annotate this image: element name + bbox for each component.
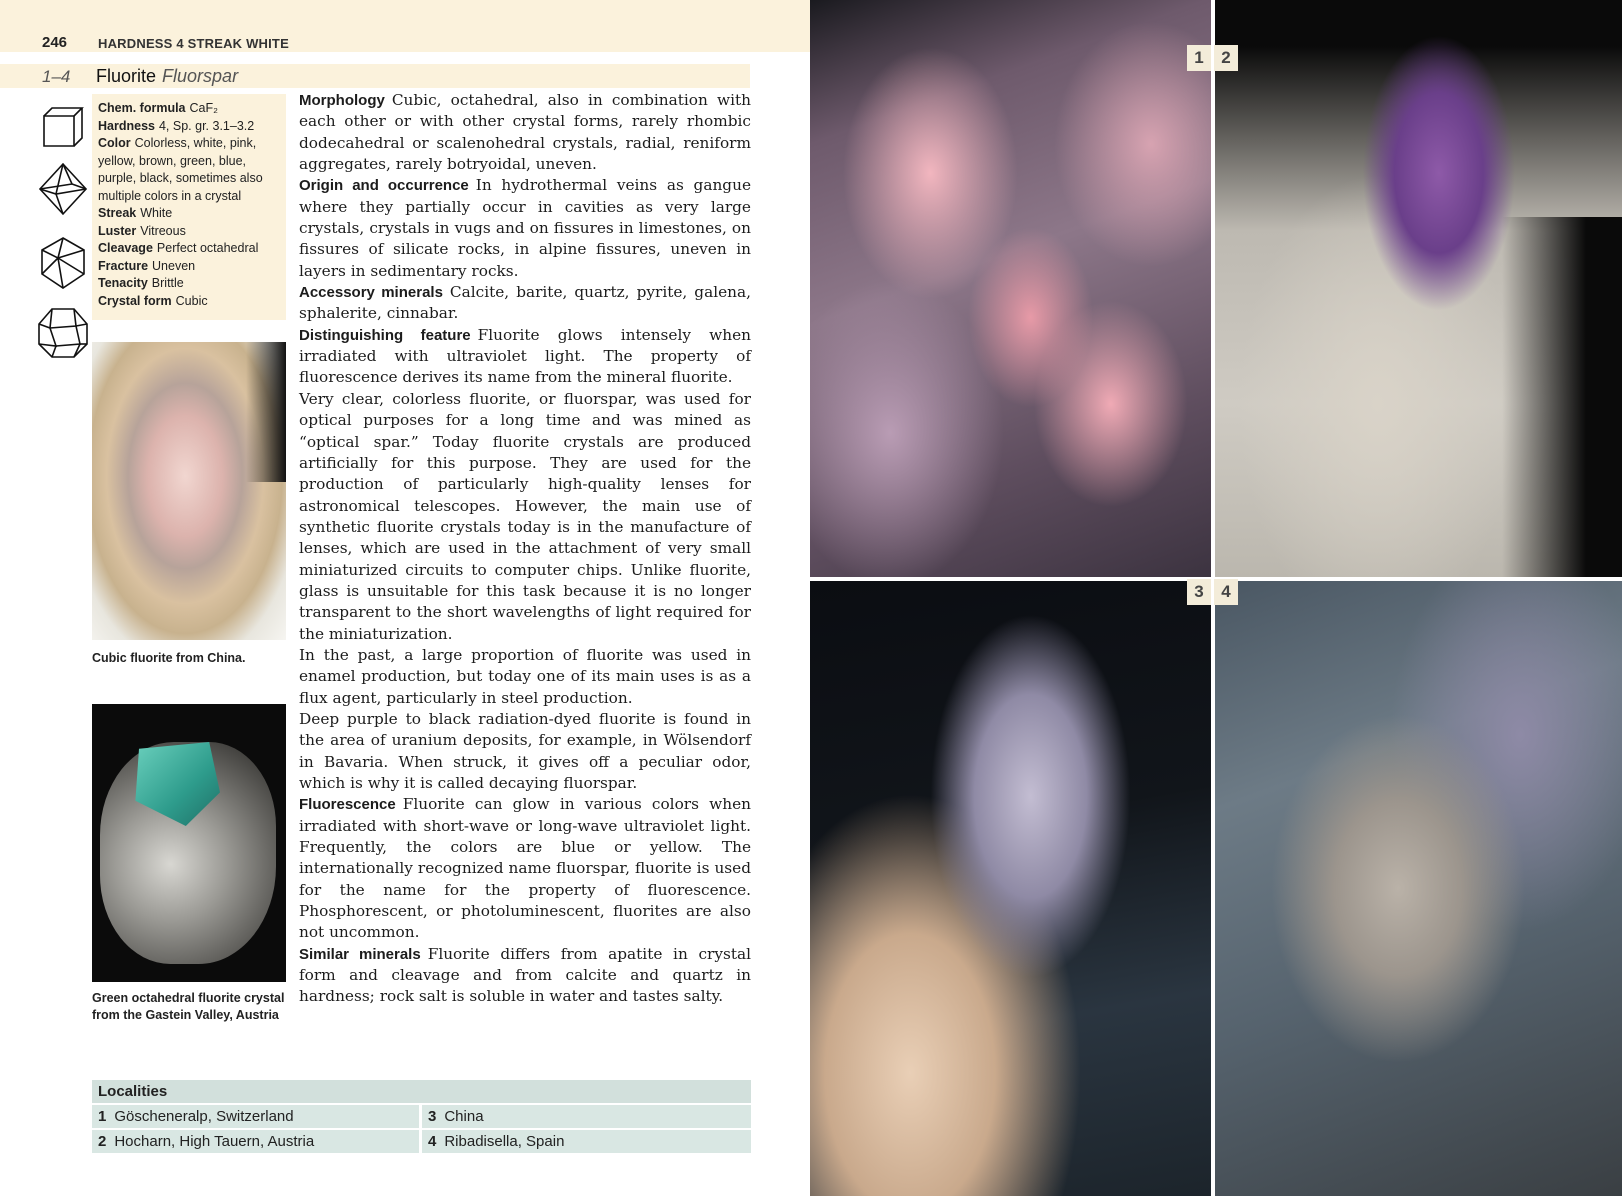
cube-icon — [36, 100, 90, 154]
localities-table: Localities 1 Göscheneralp, Switzerland 3C… — [92, 1080, 751, 1153]
page-number: 246 — [42, 34, 68, 51]
paragraph-similar-minerals: Similar minerals Fluorite differs from ap… — [299, 944, 751, 1006]
fact-hardness: Hardness 4, Sp. gr. 3.1–3.2 — [98, 118, 255, 133]
paragraph-morphology: Morphology Cubic, octahedral, also in com… — [299, 91, 751, 174]
cubo-octahedron-icon — [36, 306, 90, 360]
fact-color: Color Colorless, white, pink, yellow, bro… — [98, 136, 263, 203]
photo2-caption: Green octahedral fluorite crystal from t… — [92, 991, 285, 1022]
running-head: HARDNESS 4 STREAK WHITE — [98, 36, 289, 51]
page-header: 246 HARDNESS 4 STREAK WHITE — [0, 0, 810, 52]
cubic-fluorite-photo — [92, 342, 286, 640]
mineral-facts-box: Chem. formula CaF₂ Hardness 4, Sp. gr. 3.1… — [92, 94, 286, 320]
green-fluorite-photo — [92, 704, 286, 982]
table-row: 1 Göscheneralp, Switzerland 3 China — [92, 1105, 751, 1128]
fact-fracture: Fracture Uneven — [98, 258, 196, 273]
photo-2-purple-fluorite — [1215, 0, 1622, 577]
photo-3-lilac-fluorite — [810, 581, 1211, 1196]
fact-luster: Luster Vitreous — [98, 223, 186, 238]
photo-page: 1 2 3 4 — [810, 0, 1622, 1196]
paragraph-origin: Origin and occurrence In hydrothermal vei… — [299, 176, 751, 280]
photo-tag-3: 3 — [1187, 579, 1211, 605]
photo1-caption: Cubic fluorite from China. — [92, 651, 246, 665]
locality-2: 2 Hocharn, High Tauern, Austria — [92, 1130, 419, 1153]
paragraph-radiation-dyed: Deep purple to black radiation-dyed fluo… — [299, 709, 751, 792]
body-text: Morphology Cubic, octahedral, also in com… — [299, 90, 751, 1008]
locality-1: 1 Göscheneralp, Switzerland — [92, 1105, 419, 1128]
fact-crystal-form: Crystal form Cubic — [98, 293, 208, 308]
fact-chem-formula: Chem. formula CaF₂ — [98, 101, 218, 115]
paragraph-distinguishing-feature: Distinguishing feature Fluorite glows int… — [299, 325, 751, 387]
entry-range: 1–4 — [42, 67, 71, 86]
rhombic-dodecahedron-icon — [36, 236, 90, 290]
locality-4: 4 Ribadisella, Spain — [422, 1130, 751, 1153]
mineral-name: Fluorite — [96, 66, 157, 86]
photo-tag-2: 2 — [1214, 45, 1238, 71]
paragraph-fluorescence: Fluorescence Fluorite can glow in various… — [299, 795, 751, 942]
photo-tag-1: 1 — [1187, 45, 1211, 71]
octahedron-icon — [36, 162, 90, 216]
paragraph-optical-spar: Very clear, colorless fluorite, or fluor… — [299, 389, 751, 643]
localities-heading: Localities — [92, 1080, 751, 1103]
photo-4-grey-fluorite — [1215, 581, 1622, 1196]
paragraph-enamel: In the past, a large proportion of fluor… — [299, 645, 751, 707]
fact-tenacity: Tenacity Brittle — [98, 276, 184, 290]
photo-tag-4: 4 — [1214, 579, 1238, 605]
mineral-alt-name: Fluorspar — [162, 66, 239, 86]
fact-cleavage: Cleavage Perfect octahedral — [98, 241, 259, 255]
locality-3: 3 China — [422, 1105, 751, 1128]
photo-1-pink-fluorite — [810, 0, 1211, 577]
paragraph-accessory-minerals: Accessory minerals Calcite, barite, quart… — [299, 283, 751, 323]
mineral-title: Fluorite Fluorspar — [96, 66, 238, 87]
table-row: 2 Hocharn, High Tauern, Austria 4 Ribadise… — [92, 1130, 751, 1153]
fact-streak: Streak White — [98, 206, 173, 220]
